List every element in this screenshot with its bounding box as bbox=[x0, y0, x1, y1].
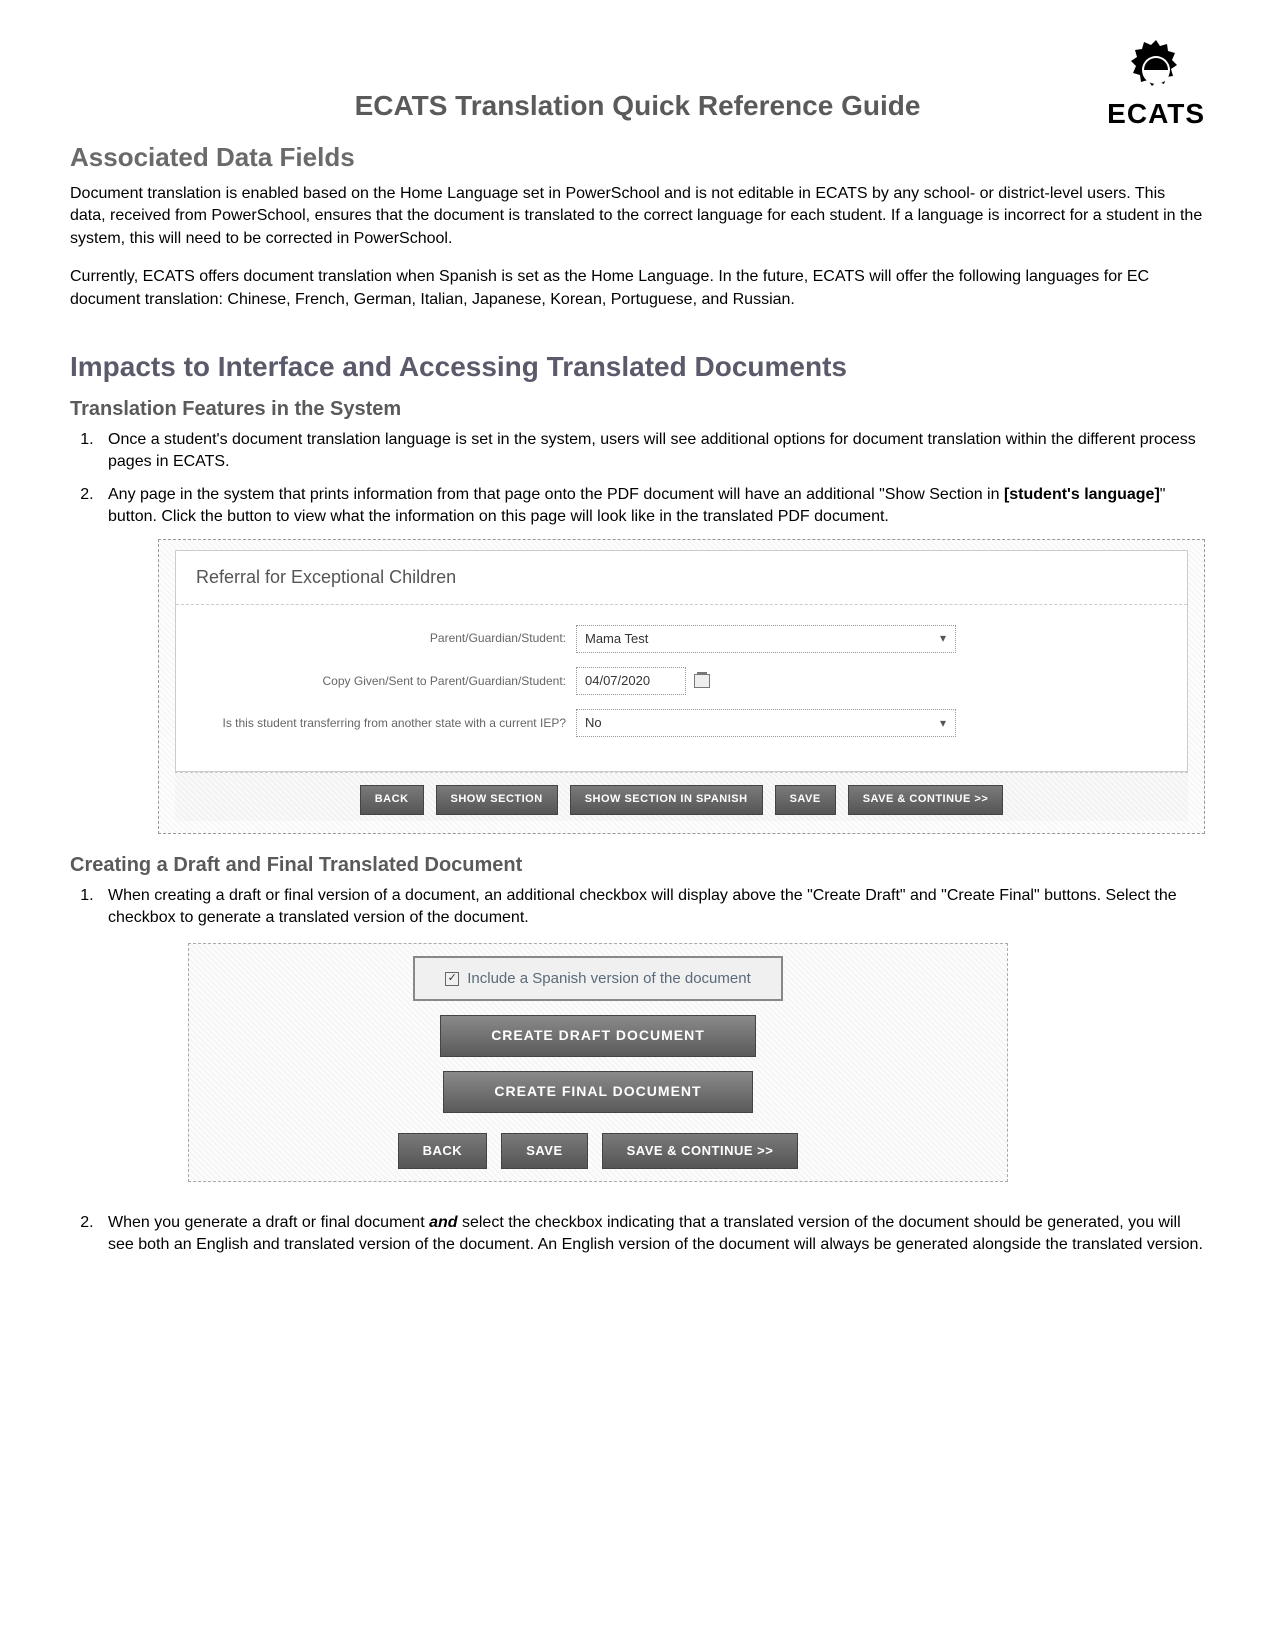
parent-guardian-select[interactable]: Mama Test bbox=[576, 625, 956, 653]
body-text: Document translation is enabled based on… bbox=[70, 183, 1205, 250]
page-title: ECATS Translation Quick Reference Guide bbox=[70, 90, 1205, 122]
field-label: Copy Given/Sent to Parent/Guardian/Stude… bbox=[206, 673, 576, 690]
list-item: When creating a draft or final version o… bbox=[98, 885, 1205, 1182]
back-button[interactable]: BACK bbox=[398, 1133, 488, 1169]
save-button[interactable]: SAVE bbox=[775, 785, 836, 814]
calendar-icon[interactable] bbox=[694, 674, 710, 688]
screenshot-create-document: ✓ Include a Spanish version of the docum… bbox=[188, 943, 1008, 1181]
subsection-heading-creating-draft: Creating a Draft and Final Translated Do… bbox=[70, 854, 1205, 877]
field-label: Parent/Guardian/Student: bbox=[206, 630, 576, 647]
show-section-button[interactable]: SHOW SECTION bbox=[436, 785, 558, 814]
save-continue-button[interactable]: SAVE & CONTINUE >> bbox=[848, 785, 1004, 814]
body-text: Currently, ECATS offers document transla… bbox=[70, 266, 1205, 311]
section-heading-associated-data: Associated Data Fields bbox=[70, 142, 1205, 173]
checkbox-label: Include a Spanish version of the documen… bbox=[467, 968, 751, 989]
panel-title: Referral for Exceptional Children bbox=[176, 551, 1187, 605]
logo-text: ECATS bbox=[1107, 98, 1205, 130]
checkbox-icon[interactable]: ✓ bbox=[445, 972, 459, 986]
save-continue-button[interactable]: SAVE & CONTINUE >> bbox=[602, 1133, 799, 1169]
gear-icon bbox=[1111, 40, 1201, 100]
create-draft-button[interactable]: CREATE DRAFT DOCUMENT bbox=[440, 1015, 756, 1057]
create-final-button[interactable]: CREATE FINAL DOCUMENT bbox=[443, 1071, 752, 1113]
back-button[interactable]: BACK bbox=[360, 785, 424, 814]
list-item: Any page in the system that prints infor… bbox=[98, 484, 1205, 834]
subsection-heading-translation-features: Translation Features in the System bbox=[70, 398, 1205, 421]
list-item: Once a student's document translation la… bbox=[98, 429, 1205, 474]
date-input[interactable]: 04/07/2020 bbox=[576, 667, 686, 695]
chevron-down-icon[interactable]: ▾ bbox=[938, 630, 948, 647]
chevron-down-icon[interactable]: ▾ bbox=[938, 715, 948, 732]
list-item: When you generate a draft or final docum… bbox=[98, 1212, 1205, 1257]
screenshot-referral-form: Referral for Exceptional Children Parent… bbox=[158, 539, 1205, 834]
include-spanish-checkbox-row: ✓ Include a Spanish version of the docum… bbox=[413, 956, 783, 1001]
transfer-select[interactable]: No bbox=[576, 709, 956, 737]
show-section-spanish-button[interactable]: SHOW SECTION IN SPANISH bbox=[570, 785, 763, 814]
save-button[interactable]: SAVE bbox=[501, 1133, 587, 1169]
field-label: Is this student transferring from anothe… bbox=[206, 715, 576, 732]
ecats-logo: ECATS bbox=[1107, 40, 1205, 130]
section-heading-impacts: Impacts to Interface and Accessing Trans… bbox=[70, 351, 1205, 383]
